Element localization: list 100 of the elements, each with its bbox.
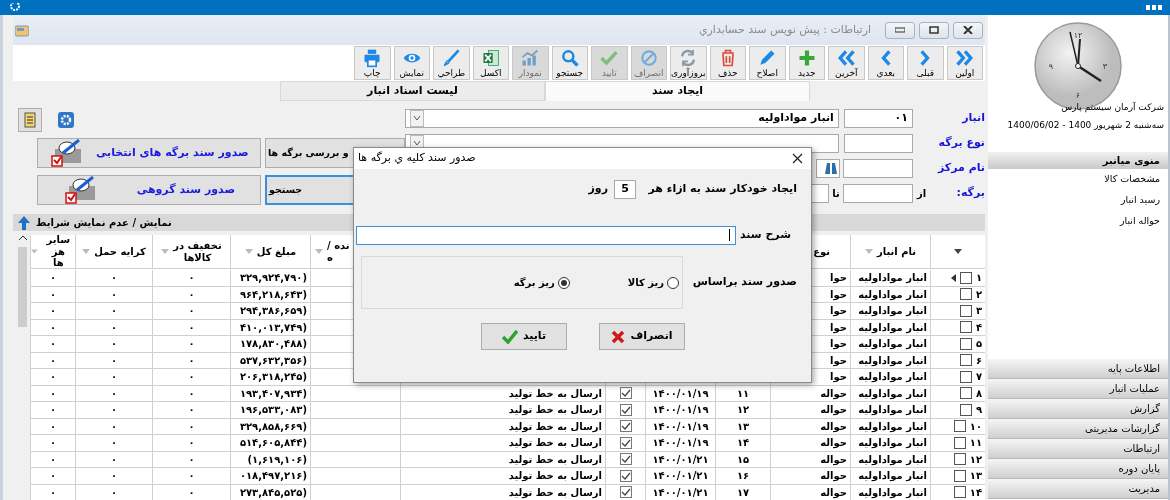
checkbox[interactable] bbox=[959, 370, 972, 383]
table-cell: ۰ bbox=[30, 369, 75, 386]
scroll-up-icon[interactable] bbox=[18, 235, 27, 241]
row-number-cell[interactable]: ۴ bbox=[930, 319, 985, 336]
table-cell: ۱۴۰۰/۰۱/۱۹ bbox=[645, 435, 715, 452]
column-header[interactable]: کرایه حمل bbox=[75, 235, 152, 269]
checkbox[interactable] bbox=[959, 403, 972, 416]
menu-section[interactable]: ارتباطات bbox=[988, 439, 1168, 459]
tab[interactable]: ایجاد سند bbox=[545, 81, 810, 101]
field-label: تا bbox=[831, 186, 841, 201]
shortcut-item[interactable]: حواله انبار bbox=[988, 211, 1168, 232]
shortcut-menu-header[interactable]: منوی میانبر bbox=[988, 152, 1168, 169]
table-cell: حواله bbox=[770, 468, 850, 485]
gear-icon[interactable] bbox=[8, 2, 22, 13]
row-number-cell[interactable]: ۱۳ bbox=[930, 468, 985, 485]
input-field[interactable] bbox=[843, 158, 913, 178]
row-number-cell[interactable]: ۲ bbox=[930, 286, 985, 303]
document-button[interactable] bbox=[18, 107, 42, 132]
filter-icon[interactable] bbox=[954, 248, 962, 255]
action-button[interactable]: صدور سند گروهی bbox=[37, 175, 261, 205]
close-icon bbox=[963, 26, 973, 34]
row-number-cell[interactable]: ۱۲ bbox=[930, 451, 985, 468]
toolbar-button[interactable]: اولین bbox=[946, 46, 983, 80]
dialog-button[interactable]: انصراف bbox=[599, 323, 685, 350]
menu-section[interactable]: پایان دوره bbox=[988, 459, 1168, 479]
table-cell: ۰ bbox=[30, 270, 75, 287]
toolbar-button[interactable]: قبلی bbox=[907, 46, 944, 80]
conditions-toggle[interactable]: نمایش / عدم نمایش شرایط bbox=[36, 215, 172, 230]
menu-section[interactable]: عملیات انبار bbox=[988, 379, 1168, 399]
row-number-cell[interactable]: ۷ bbox=[930, 369, 985, 386]
row-number-cell[interactable]: ۱ bbox=[930, 270, 985, 287]
table-cell: انبار مواداولیه bbox=[850, 336, 930, 353]
field-label: نوع برگه bbox=[937, 134, 985, 151]
select-field[interactable]: انبار مواداولیه bbox=[405, 108, 839, 128]
column-header[interactable]: تخفیف در کالاها bbox=[152, 235, 230, 269]
tab[interactable]: لیست اسناد انبار bbox=[280, 81, 545, 101]
toolbar-button[interactable]: جدید bbox=[788, 46, 825, 80]
close-button[interactable] bbox=[953, 21, 983, 39]
minimize-button[interactable] bbox=[885, 21, 915, 39]
restore-button[interactable] bbox=[919, 21, 949, 39]
toolbar-button[interactable]: حذف bbox=[709, 46, 746, 80]
action-button[interactable]: صدور سند برگه های انتخابی bbox=[37, 138, 261, 168]
shortcut-item[interactable]: مشخصات کالا bbox=[988, 169, 1168, 190]
toolbar-button[interactable]: جستجو bbox=[551, 46, 588, 80]
checkbox[interactable] bbox=[953, 486, 966, 499]
code-field[interactable]: ۰۱ bbox=[843, 108, 913, 128]
arrow-up-icon[interactable] bbox=[18, 215, 30, 230]
checkbox[interactable] bbox=[953, 469, 966, 482]
input-field[interactable] bbox=[843, 183, 913, 203]
row-number-cell[interactable]: ۳ bbox=[930, 303, 985, 320]
toolbar-button[interactable]: بعدي bbox=[867, 46, 904, 80]
radio-option[interactable]: ریز کالا bbox=[627, 275, 679, 290]
days-field[interactable]: 5 bbox=[614, 179, 636, 199]
checkbox[interactable] bbox=[959, 354, 972, 367]
toolbar-button[interactable]: آخرین bbox=[828, 46, 865, 80]
checkbox[interactable] bbox=[959, 288, 972, 301]
clipboard-icon bbox=[22, 111, 38, 128]
toolbar-button[interactable]: اصلاح bbox=[749, 46, 786, 80]
checkbox[interactable] bbox=[953, 453, 966, 466]
sort-icon bbox=[315, 249, 323, 254]
row-number-cell[interactable]: ۱۴ bbox=[930, 484, 985, 500]
toolbar-button[interactable]: طراحي bbox=[433, 46, 470, 80]
table-cell: ۱۶ bbox=[715, 468, 770, 485]
table-cell: ۱۹۶,۵۳۳,۰۸۳) bbox=[230, 402, 310, 419]
dialog-button[interactable]: تایید bbox=[481, 323, 567, 350]
row-number-cell[interactable]: ۸ bbox=[930, 385, 985, 402]
checkbox[interactable] bbox=[959, 321, 972, 334]
description-field[interactable] bbox=[356, 225, 736, 245]
window-menu-icon[interactable] bbox=[1146, 4, 1162, 11]
menu-section[interactable]: مدیریت bbox=[988, 479, 1168, 499]
column-header[interactable]: مبلغ کل bbox=[230, 235, 310, 269]
row-number-cell[interactable]: ۵ bbox=[930, 336, 985, 353]
gear-icon[interactable] bbox=[58, 111, 74, 128]
toolbar-button[interactable]: اکسل bbox=[472, 46, 509, 80]
toolbar-button[interactable]: نمایش bbox=[393, 46, 430, 80]
row-number-cell[interactable]: ۶ bbox=[930, 352, 985, 369]
scrollbar-thumb[interactable] bbox=[18, 247, 27, 327]
row-number-cell[interactable]: ۹ bbox=[930, 402, 985, 419]
checkbox[interactable] bbox=[959, 271, 972, 284]
checkbox[interactable] bbox=[959, 387, 972, 400]
checkbox[interactable] bbox=[953, 420, 966, 433]
shortcut-item[interactable]: رسید انبار bbox=[988, 190, 1168, 211]
toolbar-button[interactable]: چاپ bbox=[354, 46, 391, 80]
input-field[interactable] bbox=[843, 133, 913, 153]
checkbox[interactable] bbox=[959, 337, 972, 350]
table-cell: ۵۱۴,۶۰۵,۸۴۴) bbox=[230, 435, 310, 452]
toolbar-button[interactable]: بروزآوری bbox=[670, 46, 707, 80]
checkbox[interactable] bbox=[953, 436, 966, 449]
lookup-button[interactable] bbox=[816, 158, 840, 178]
menu-section[interactable]: گزارش bbox=[988, 399, 1168, 419]
table-cell: انبار مواداولیه bbox=[850, 286, 930, 303]
table-cell: ۰ bbox=[75, 270, 152, 287]
menu-section[interactable]: اطلاعات پایه bbox=[988, 359, 1168, 379]
checkbox[interactable] bbox=[959, 304, 972, 317]
menu-section[interactable]: گزارشات مدیریتی bbox=[988, 419, 1168, 439]
row-number-cell[interactable]: ۱۱ bbox=[930, 435, 985, 452]
radio-option[interactable]: ریز برگه bbox=[513, 275, 570, 290]
table-cell: ۱۴۰۰/۰۱/۲۱ bbox=[645, 484, 715, 500]
column-header[interactable]: نام انبار bbox=[850, 235, 930, 269]
row-number-cell[interactable]: ۱۰ bbox=[930, 418, 985, 435]
